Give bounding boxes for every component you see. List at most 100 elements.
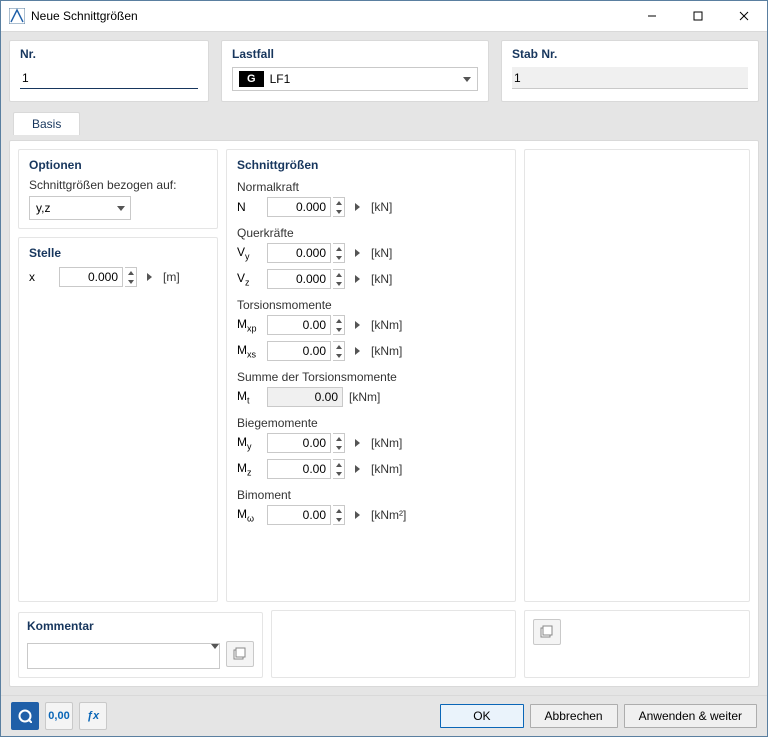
stelle-panel: Stelle x 0.000 [m] — [18, 237, 218, 602]
nr-box: Nr. — [9, 40, 209, 102]
mxp-unit: [kNm] — [371, 318, 402, 332]
lastfall-box: Lastfall G LF1 — [221, 40, 489, 102]
vz-input[interactable]: 0.000 — [267, 269, 331, 289]
chevron-down-icon — [457, 68, 477, 90]
mxs-label: Mxs — [237, 343, 265, 359]
mw-input[interactable]: 0.00 — [267, 505, 331, 525]
mw-label: Mω — [237, 507, 265, 523]
vy-play-button[interactable] — [349, 243, 365, 263]
kommentar-pick-button[interactable] — [226, 641, 254, 667]
chevron-down-icon — [211, 649, 219, 663]
optionen-title: Optionen — [29, 158, 207, 172]
torsion-title: Torsionsmomente — [237, 298, 505, 312]
mw-unit: [kNm²] — [371, 508, 406, 522]
kommentar-box: Kommentar — [18, 612, 263, 678]
my-unit: [kNm] — [371, 436, 402, 450]
tab-page-basis: Optionen Schnittgrößen bezogen auf: y,z … — [9, 140, 759, 687]
mz-spinner[interactable] — [333, 459, 345, 479]
chevron-down-icon — [112, 198, 130, 218]
units-icon: 0,00 — [48, 710, 69, 722]
mt-unit: [kNm] — [349, 390, 380, 404]
fx-icon: ƒx — [87, 710, 99, 722]
x-play-button[interactable] — [141, 267, 157, 287]
help-button[interactable] — [11, 702, 39, 730]
mw-spinner[interactable] — [333, 505, 345, 525]
kommentar-row: Kommentar — [18, 610, 516, 678]
mxp-spinner[interactable] — [333, 315, 345, 335]
my-spinner[interactable] — [333, 433, 345, 453]
maximize-button[interactable] — [675, 1, 721, 31]
footer: 0,00 ƒx OK Abbrechen Anwenden & weiter — [1, 695, 767, 736]
vy-input[interactable]: 0.000 — [267, 243, 331, 263]
normalkraft-title: Normalkraft — [237, 180, 505, 194]
vy-label: Vy — [237, 245, 265, 261]
preview-tools-box — [524, 610, 750, 678]
kommentar-combo[interactable] — [27, 643, 220, 669]
sg-title: Schnittgrößen — [237, 158, 505, 172]
cancel-button[interactable]: Abbrechen — [530, 704, 618, 728]
mxp-input[interactable]: 0.00 — [267, 315, 331, 335]
torsionsum-title: Summe der Torsionsmomente — [237, 370, 505, 384]
mxs-play-button[interactable] — [349, 341, 365, 361]
bezogen-label: Schnittgrößen bezogen auf: — [29, 178, 207, 192]
ok-button[interactable]: OK — [440, 704, 523, 728]
vz-play-button[interactable] — [349, 269, 365, 289]
bezogen-value: y,z — [30, 201, 112, 215]
lastfall-label: Lastfall — [232, 47, 478, 61]
x-label: x — [29, 270, 57, 284]
n-row: N 0.000 [kN] — [237, 196, 505, 218]
mw-play-button[interactable] — [349, 505, 365, 525]
x-input[interactable]: 0.000 — [59, 267, 123, 287]
bezogen-combo[interactable]: y,z — [29, 196, 131, 220]
x-unit: [m] — [163, 270, 180, 284]
lastfall-combo[interactable]: G LF1 — [232, 67, 478, 91]
titlebar: Neue Schnittgrößen — [1, 1, 767, 32]
tab-basis[interactable]: Basis — [13, 112, 80, 135]
content-area: Nr. Lastfall G LF1 Stab Nr. Basis — [1, 32, 767, 695]
preview-settings-button[interactable] — [533, 619, 561, 645]
apply-next-button[interactable]: Anwenden & weiter — [624, 704, 757, 728]
tab-bar: Basis — [9, 110, 759, 134]
mt-row: Mt 0.00 [kNm] — [237, 386, 505, 408]
mw-row: Mω 0.00 [kNm²] — [237, 504, 505, 526]
stab-input[interactable] — [512, 67, 748, 89]
mt-value: 0.00 — [267, 387, 343, 407]
optionen-panel: Optionen Schnittgrößen bezogen auf: y,z — [18, 149, 218, 229]
close-button[interactable] — [721, 1, 767, 31]
querkraefte-title: Querkräfte — [237, 226, 505, 240]
minimize-button[interactable] — [629, 1, 675, 31]
mz-unit: [kNm] — [371, 462, 402, 476]
n-play-button[interactable] — [349, 197, 365, 217]
options-icon — [540, 625, 554, 639]
vy-spinner[interactable] — [333, 243, 345, 263]
fx-button[interactable]: ƒx — [79, 702, 107, 730]
my-play-button[interactable] — [349, 433, 365, 453]
my-label: My — [237, 435, 265, 451]
units-button[interactable]: 0,00 — [45, 702, 73, 730]
n-spinner[interactable] — [333, 197, 345, 217]
preview-panel — [524, 149, 750, 602]
mxp-play-button[interactable] — [349, 315, 365, 335]
mxs-spinner[interactable] — [333, 341, 345, 361]
nr-input[interactable] — [20, 67, 198, 89]
vz-label: Vz — [237, 271, 265, 287]
lastfall-badge: G — [239, 71, 264, 87]
schnittgroessen-panel: Schnittgrößen Normalkraft N 0.000 [kN] Q… — [226, 149, 516, 602]
mz-play-button[interactable] — [349, 459, 365, 479]
nr-label: Nr. — [20, 47, 198, 61]
n-input[interactable]: 0.000 — [267, 197, 331, 217]
mxs-row: Mxs 0.00 [kNm] — [237, 340, 505, 362]
dialog-window: Neue Schnittgrößen Nr. Lastfall G LF1 St… — [0, 0, 768, 737]
vy-unit: [kN] — [371, 246, 392, 260]
my-input[interactable]: 0.00 — [267, 433, 331, 453]
my-row: My 0.00 [kNm] — [237, 432, 505, 454]
mt-label: Mt — [237, 389, 265, 405]
header-row: Nr. Lastfall G LF1 Stab Nr. — [9, 40, 759, 102]
mxs-input[interactable]: 0.00 — [267, 341, 331, 361]
bimoment-title: Bimoment — [237, 488, 505, 502]
biege-title: Biegemomente — [237, 416, 505, 430]
vz-spinner[interactable] — [333, 269, 345, 289]
mz-input[interactable]: 0.00 — [267, 459, 331, 479]
stab-label: Stab Nr. — [512, 47, 748, 61]
x-spinner[interactable] — [125, 267, 137, 287]
